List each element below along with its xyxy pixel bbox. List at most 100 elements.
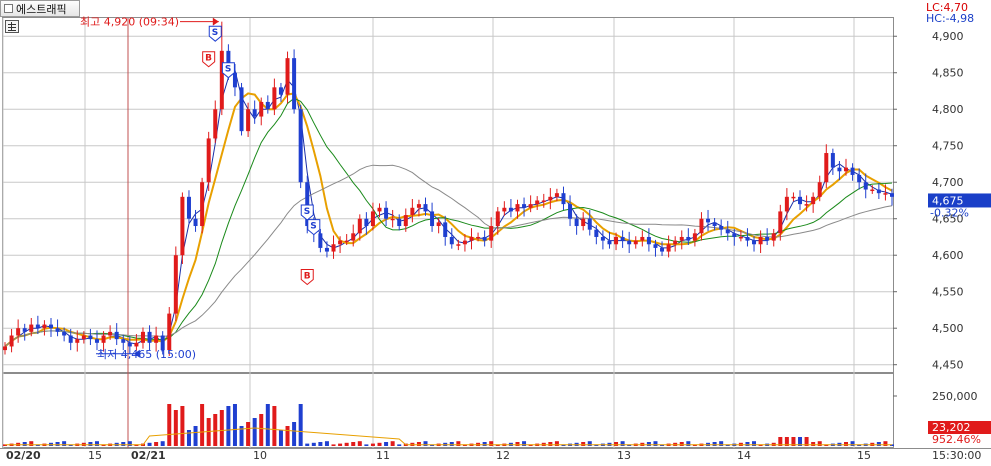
candle-body xyxy=(791,196,796,199)
time-tick-label: 14 xyxy=(737,449,751,462)
moving-averages xyxy=(4,69,893,348)
volume-panel-frame xyxy=(2,373,894,448)
candle-body xyxy=(752,240,757,245)
time-tick-label: 11 xyxy=(376,449,390,462)
volume-bar xyxy=(173,410,178,446)
candle-body xyxy=(68,335,73,343)
volume-bar xyxy=(390,441,395,446)
candle-body xyxy=(416,204,421,208)
candle-body xyxy=(837,167,842,172)
volume-bar xyxy=(22,442,27,446)
candle-body xyxy=(397,218,402,227)
candle-body xyxy=(186,196,191,219)
candle-body xyxy=(863,182,868,190)
volume-pct-text: 952.46% xyxy=(932,433,981,446)
candle-body xyxy=(725,229,730,234)
volume-bar xyxy=(811,442,816,446)
candle-body xyxy=(370,211,375,227)
time-tick-label: 02/21 xyxy=(131,449,166,462)
candle-body xyxy=(528,204,533,208)
volume-bar xyxy=(318,442,323,446)
candle-body xyxy=(817,182,822,197)
volume-bar xyxy=(55,442,60,446)
candle-body xyxy=(180,196,185,256)
axes: 4,9004,8504,8004,7504,7004,6504,6004,550… xyxy=(0,30,991,462)
candle-body xyxy=(22,328,27,332)
price-tick-label: 4,800 xyxy=(932,103,964,116)
candle-body xyxy=(732,233,737,237)
time-tick-label: 15 xyxy=(88,449,102,462)
candle-body xyxy=(16,328,21,336)
time-tick-label: 15 xyxy=(857,449,871,462)
volume-bar xyxy=(712,442,717,446)
candle-body xyxy=(686,236,691,241)
candle-body xyxy=(778,211,783,234)
candle-body xyxy=(154,335,159,343)
price-chart[interactable]: SBSSSB 4,9004,8504,8004,7504,7004,6504,6… xyxy=(0,0,991,466)
candle-body xyxy=(430,211,435,227)
price-tick-label: 4,550 xyxy=(932,286,964,299)
volume-bar xyxy=(377,442,382,446)
candle-body xyxy=(830,153,835,168)
marker-letter: B xyxy=(205,54,212,64)
candle-body xyxy=(259,101,264,117)
candle-body xyxy=(646,236,651,245)
volume-bar xyxy=(147,442,152,446)
volume-bar xyxy=(265,404,270,446)
volume-bar xyxy=(200,404,205,446)
candle-body xyxy=(581,218,586,227)
candle-body xyxy=(883,193,888,195)
candle-body xyxy=(88,335,93,340)
volume-bar xyxy=(324,441,329,446)
price-tick-label: 4,850 xyxy=(932,67,964,80)
candle-body xyxy=(272,87,277,110)
time-tick-label: 02/20 xyxy=(6,449,41,462)
candle-body xyxy=(890,193,894,197)
candle-body xyxy=(844,167,849,172)
candle-body xyxy=(338,240,343,245)
volume-ma-line xyxy=(5,427,892,446)
marker-letter: S xyxy=(304,207,310,217)
price-panel-frame xyxy=(2,17,894,373)
volume-bar xyxy=(515,442,520,446)
candle-body xyxy=(29,324,34,332)
candle-body xyxy=(640,236,645,241)
candle-body xyxy=(771,233,776,241)
candle-body xyxy=(410,207,415,216)
candle-body xyxy=(81,335,86,340)
candle-body xyxy=(200,182,205,227)
candle-body xyxy=(692,233,697,241)
candle-body xyxy=(673,240,678,245)
volume-bar xyxy=(351,442,356,446)
candle-body xyxy=(101,335,106,343)
volume-bar xyxy=(397,444,402,446)
candle-body xyxy=(535,200,540,205)
marker-letter: S xyxy=(310,222,316,232)
volume-bar xyxy=(121,442,126,446)
candle-body xyxy=(9,335,14,347)
sell-marker: S xyxy=(300,204,314,221)
candle-body xyxy=(469,236,474,241)
candle-body xyxy=(331,244,336,252)
volume-bar xyxy=(298,404,303,446)
price-tick-label: 4,750 xyxy=(932,140,964,153)
candle-body xyxy=(798,196,803,205)
volume-bar xyxy=(548,442,553,446)
volume-bar xyxy=(614,442,619,446)
buy-marker: B xyxy=(202,51,216,68)
marker-letter: B xyxy=(304,272,311,282)
candle-body xyxy=(541,200,546,202)
candle-body xyxy=(857,174,862,183)
candle-body xyxy=(436,222,441,227)
volume-bar xyxy=(160,441,165,446)
candle-body xyxy=(462,240,467,245)
volume-bar xyxy=(193,426,198,446)
candle-body xyxy=(246,109,251,132)
volume-bar xyxy=(180,406,185,446)
candle-body xyxy=(495,211,500,227)
candle-body xyxy=(384,207,389,219)
candle-body xyxy=(114,331,119,340)
candle-body xyxy=(390,218,395,221)
candle-body xyxy=(252,109,257,117)
candle-body xyxy=(719,226,724,230)
